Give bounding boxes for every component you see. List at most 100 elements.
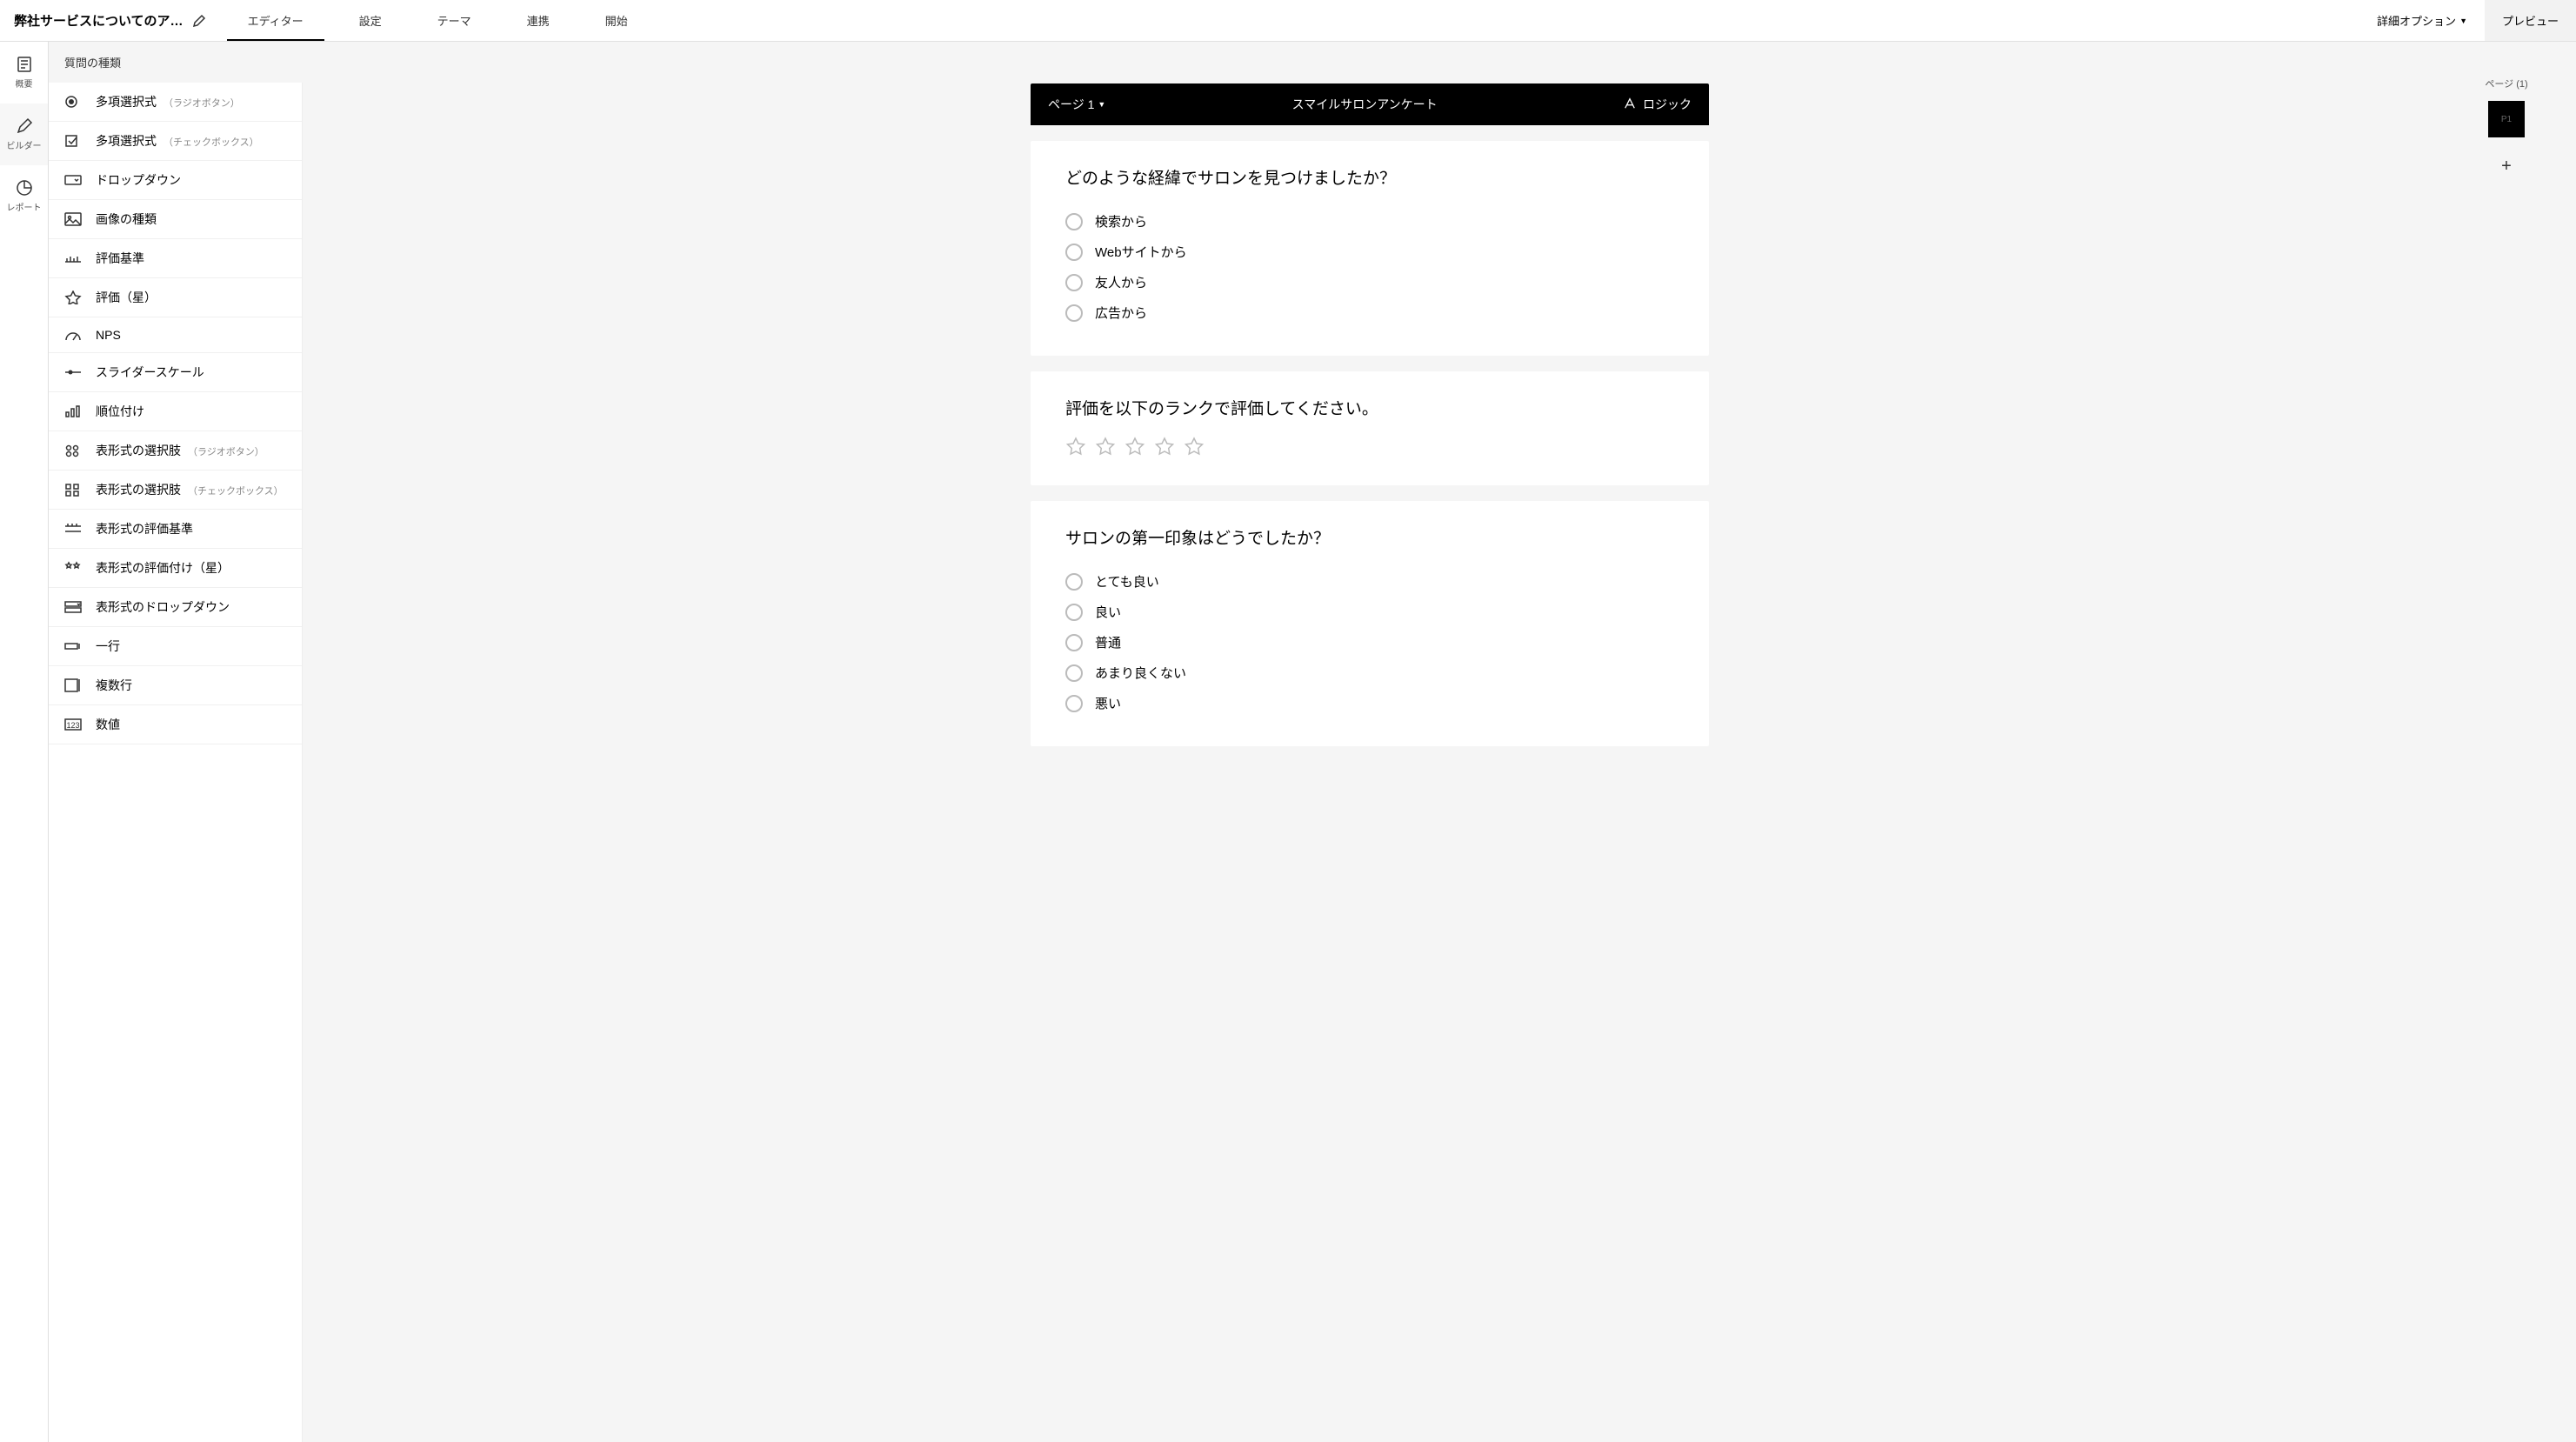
- qtype-number[interactable]: 123 数値: [49, 705, 302, 744]
- question-title[interactable]: サロンの第一印象はどうでしたか？: [1065, 525, 1674, 549]
- matrix-star-icon: [64, 561, 82, 575]
- page-thumbnail-1[interactable]: P1: [2488, 101, 2525, 137]
- question-title[interactable]: どのような経緯でサロンを見つけましたか？: [1065, 165, 1674, 189]
- qtype-matrix-check[interactable]: 表形式の選択肢（チェックボックス）: [49, 471, 302, 510]
- page-panel: ページ (1) P1 +: [2437, 42, 2576, 1442]
- question-types-panel: 質問の種類 多項選択式（ラジオボタン）多項選択式（チェックボックス）ドロップダウ…: [49, 42, 303, 1442]
- canvas-inner: ページ 1 ▼ スマイルサロンアンケート ロジック どのような経緯でサロンを見つ…: [1031, 42, 1709, 1442]
- qtype-ranking[interactable]: 順位付け: [49, 392, 302, 431]
- tab-settings[interactable]: 設定: [331, 0, 410, 41]
- option-row[interactable]: 悪い: [1065, 688, 1674, 718]
- qtype-label: 表形式のドロップダウン: [96, 598, 230, 616]
- survey-name[interactable]: スマイルサロンアンケート: [1292, 96, 1438, 113]
- qtype-image[interactable]: 画像の種類: [49, 200, 302, 239]
- option-row[interactable]: 検索から: [1065, 206, 1674, 237]
- tab-integrate[interactable]: 連携: [499, 0, 577, 41]
- qtype-checkbox[interactable]: 多項選択式（チェックボックス）: [49, 122, 302, 161]
- rail-report[interactable]: レポート: [0, 165, 48, 227]
- qtype-matrix-star[interactable]: 表形式の評価付け（星）: [49, 549, 302, 588]
- option-row[interactable]: 良い: [1065, 597, 1674, 627]
- page-selector[interactable]: ページ 1 ▼: [1048, 96, 1105, 113]
- multi-line-icon: [64, 678, 82, 692]
- overview-icon: [16, 56, 33, 73]
- add-page-button[interactable]: +: [2488, 148, 2525, 184]
- question-card[interactable]: サロンの第一印象はどうでしたか？ とても良い良い普通あまり良くない悪い: [1031, 501, 1709, 746]
- radio-icon[interactable]: [1065, 304, 1083, 322]
- rail-builder-label: ビルダー: [7, 138, 42, 151]
- qtype-sublabel: （ラジオボタン）: [164, 96, 240, 110]
- option-label: とても良い: [1095, 572, 1159, 591]
- qtype-matrix-scale[interactable]: 表形式の評価基準: [49, 510, 302, 549]
- star-icon: [64, 290, 82, 304]
- tab-launch[interactable]: 開始: [577, 0, 656, 41]
- qtype-label: 画像の種類: [96, 210, 157, 228]
- preview-button[interactable]: プレビュー: [2485, 0, 2576, 41]
- advanced-options-label: 詳細オプション: [2377, 12, 2456, 29]
- radio-icon[interactable]: [1065, 573, 1083, 591]
- qtype-label: NPS: [96, 328, 121, 342]
- radio-icon: [64, 95, 82, 109]
- radio-icon[interactable]: [1065, 213, 1083, 230]
- qtype-scale-h[interactable]: 評価基準: [49, 239, 302, 278]
- qtype-radio[interactable]: 多項選択式 （ラジオボタン）: [49, 83, 302, 122]
- question-card[interactable]: 評価を以下のランクで評価してください。: [1031, 371, 1709, 485]
- radio-icon[interactable]: [1065, 695, 1083, 712]
- preview-label: プレビュー: [2502, 12, 2559, 29]
- radio-icon[interactable]: [1065, 604, 1083, 621]
- question-card[interactable]: どのような経緯でサロンを見つけましたか？ 検索から Webサイトから友人から広告から: [1031, 141, 1709, 356]
- qtype-star[interactable]: 評価（星）: [49, 278, 302, 317]
- option-row[interactable]: あまり良くない: [1065, 658, 1674, 688]
- qtype-dropdown[interactable]: ドロップダウン: [49, 161, 302, 200]
- radio-icon[interactable]: [1065, 274, 1083, 291]
- option-row[interactable]: 友人から: [1065, 267, 1674, 297]
- qtype-label: 多項選択式: [96, 132, 157, 150]
- rail-builder[interactable]: ビルダー: [0, 103, 48, 165]
- scale-h-icon: [64, 251, 82, 265]
- matrix-dropdown-icon: [64, 600, 82, 614]
- question-types-list[interactable]: 多項選択式 （ラジオボタン） 多項選択式（チェックボックス）ドロップダウン画像の種類…: [49, 83, 303, 1442]
- logic-button[interactable]: ロジック: [1624, 96, 1692, 113]
- radio-icon[interactable]: [1065, 634, 1083, 651]
- tab-editor[interactable]: エディター: [220, 0, 331, 41]
- option-row[interactable]: 普通: [1065, 627, 1674, 658]
- qtype-sublabel: （ラジオボタン）: [188, 444, 264, 458]
- question-title[interactable]: 評価を以下のランクで評価してください。: [1065, 396, 1674, 419]
- matrix-radio-icon: [64, 444, 82, 457]
- qtype-slider[interactable]: スライダースケール: [49, 353, 302, 392]
- advanced-options-button[interactable]: 詳細オプション ▼: [2359, 0, 2485, 41]
- caret-down-icon: ▼: [2459, 17, 2467, 25]
- star-icon[interactable]: [1095, 437, 1116, 457]
- tab-theme[interactable]: テーマ: [410, 0, 499, 41]
- star-icon[interactable]: [1065, 437, 1086, 457]
- page-thumb-label: P1: [2501, 115, 2512, 124]
- page-label: ページ 1: [1048, 96, 1094, 113]
- qtype-label: 表形式の選択肢: [96, 442, 181, 459]
- qtype-nps[interactable]: NPS: [49, 317, 302, 353]
- star-icon[interactable]: [1184, 437, 1205, 457]
- option-row[interactable]: 広告から: [1065, 297, 1674, 328]
- star-icon[interactable]: [1154, 437, 1175, 457]
- option-row[interactable]: とても良い: [1065, 566, 1674, 597]
- star-rating[interactable]: [1065, 437, 1674, 457]
- report-icon: [16, 179, 33, 197]
- qtype-label: 数値: [96, 716, 120, 733]
- svg-text:123: 123: [66, 721, 79, 730]
- survey-title[interactable]: 弊社サービスについてのア…: [14, 11, 184, 30]
- qtype-matrix-dropdown[interactable]: 表形式のドロップダウン: [49, 588, 302, 627]
- app-body: 概要 ビルダー レポート 質問の種類 多項選択式（ラジオボタン）多項選択式（チェ…: [0, 42, 2576, 1442]
- rail-overview[interactable]: 概要: [0, 42, 48, 103]
- qtype-multi-line[interactable]: 複数行: [49, 666, 302, 705]
- qtype-label: 多項選択式: [96, 93, 157, 110]
- edit-title-icon[interactable]: [192, 14, 206, 28]
- radio-icon[interactable]: [1065, 664, 1083, 682]
- option-row[interactable]: Webサイトから: [1065, 237, 1674, 267]
- top-header: 弊社サービスについてのア… エディター 設定 テーマ 連携 開始 詳細オプション…: [0, 0, 2576, 42]
- radio-icon[interactable]: [1065, 244, 1083, 261]
- qtype-matrix-radio[interactable]: 表形式の選択肢 （ラジオボタン）: [49, 431, 302, 471]
- page-bar: ページ 1 ▼ スマイルサロンアンケート ロジック: [1031, 83, 1709, 125]
- header-tabs: エディター 設定 テーマ 連携 開始: [220, 0, 2359, 41]
- editor-canvas[interactable]: ページ 1 ▼ スマイルサロンアンケート ロジック どのような経緯でサロンを見つ…: [303, 42, 2437, 1442]
- qtype-single-line[interactable]: 一行: [49, 627, 302, 666]
- option-label: 検索から: [1095, 212, 1147, 230]
- star-icon[interactable]: [1124, 437, 1145, 457]
